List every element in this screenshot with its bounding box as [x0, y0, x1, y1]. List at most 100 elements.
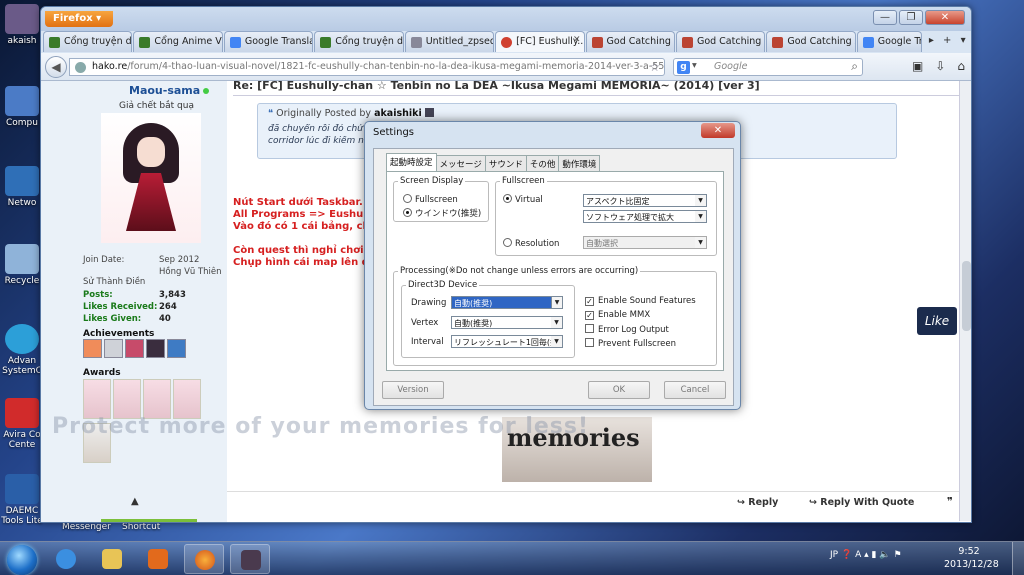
view-post-icon[interactable]: [424, 108, 434, 117]
google-search-engine-icon[interactable]: g: [677, 61, 690, 74]
tab-scroll-right-icon[interactable]: ▸: [923, 31, 939, 51]
page-scrollbar[interactable]: [959, 81, 971, 521]
tab-sound[interactable]: サウンド: [484, 155, 527, 171]
post-image[interactable]: memories: [502, 417, 652, 482]
flag-tray-icon[interactable]: ⚑: [893, 550, 901, 560]
tab-startup-settings[interactable]: 起動時設定: [386, 153, 437, 171]
achievement-badge-icon[interactable]: [83, 339, 102, 358]
taskbar-explorer[interactable]: [92, 544, 132, 574]
taskbar-ie[interactable]: [46, 544, 86, 574]
aspect-ratio-select[interactable]: アスペクト比固定 ▼: [583, 194, 707, 207]
achievement-badge-icon[interactable]: [146, 339, 165, 358]
drawing-select[interactable]: 自動(推奨) ▼: [451, 296, 563, 309]
window-radio[interactable]: ウインドウ(推奨): [403, 207, 481, 219]
network-tray-icon[interactable]: ▮: [872, 550, 877, 560]
achievement-badge-icon[interactable]: [104, 339, 123, 358]
achievement-badge-icon[interactable]: [125, 339, 144, 358]
close-tab-icon[interactable]: ✕: [573, 35, 581, 45]
vertex-select[interactable]: 自動(推奨) ▼: [451, 316, 563, 329]
reply-button[interactable]: ↪ Reply: [737, 497, 778, 508]
desktop-icon-advanced-systemcare[interactable]: Advan SystemC: [0, 324, 44, 376]
tab-1[interactable]: Cổng truyện dị...: [43, 31, 133, 52]
desktop-icon-avira[interactable]: Avira Co Cente: [0, 398, 44, 450]
dialog-close-button[interactable]: ✕: [701, 123, 735, 138]
reply-with-quote-button[interactable]: ↪ Reply With Quote: [809, 497, 914, 508]
new-tab-icon[interactable]: +: [939, 31, 955, 51]
ime-icon[interactable]: A: [855, 550, 861, 560]
clock[interactable]: 9:52 2013/12/28: [944, 545, 999, 571]
tab-9[interactable]: God Catching A...: [766, 31, 856, 52]
tab-4[interactable]: Cổng truyện dị...: [314, 31, 404, 52]
resolution-select[interactable]: 自動選択 ▼: [583, 236, 707, 249]
scaling-select[interactable]: ソフトウェア処理で拡大 ▼: [583, 210, 707, 223]
firefox-menu-button[interactable]: Firefox ▾: [45, 11, 113, 27]
tab-environment[interactable]: 動作環境: [558, 155, 601, 171]
shortcut-label[interactable]: Shortcut: [122, 522, 160, 532]
avatar[interactable]: [101, 113, 201, 243]
url-bar[interactable]: hako.re/forum/4-thao-luan-visual-novel/1…: [69, 58, 665, 76]
search-engine-dropdown-icon[interactable]: ▾: [692, 60, 697, 71]
tab-6-active[interactable]: [FC] Eushully... ✕: [495, 31, 585, 52]
search-icon[interactable]: ⌕: [851, 59, 858, 74]
tab-8[interactable]: God Catching A...: [675, 31, 766, 52]
award-card-icon[interactable]: [83, 423, 111, 463]
desktop-icon-user[interactable]: akaish: [0, 4, 44, 46]
username-link[interactable]: Maou-sama: [129, 84, 210, 97]
show-desktop-button[interactable]: [1012, 542, 1024, 575]
cancel-button[interactable]: Cancel: [664, 381, 726, 399]
version-button[interactable]: Version: [382, 381, 444, 399]
google-favicon-icon: [862, 37, 874, 48]
language-indicator[interactable]: JP: [830, 550, 838, 560]
downloads-icon[interactable]: ⇩: [935, 59, 945, 73]
taskbar-firefox[interactable]: [184, 544, 224, 574]
prevent-fullscreen-checkbox[interactable]: Prevent Fullscreen: [585, 338, 676, 349]
search-input[interactable]: g ▾ Google ⌕: [673, 58, 863, 76]
tab-5[interactable]: Untitled_zpsed1...: [404, 31, 495, 52]
desktop-icon-daemon-tools[interactable]: DAEMC Tools Lite: [0, 474, 44, 526]
error-log-checkbox[interactable]: Error Log Output: [585, 324, 669, 335]
maximize-button[interactable]: ❐: [899, 10, 923, 25]
fullscreen-radio[interactable]: Fullscreen: [403, 194, 458, 205]
list-tabs-icon[interactable]: ▾: [955, 31, 971, 51]
close-button[interactable]: ✕: [925, 10, 965, 25]
show-hidden-icons-icon[interactable]: ▴: [864, 550, 869, 560]
achievement-badge-icon[interactable]: [167, 339, 186, 358]
award-card-icon[interactable]: [173, 379, 201, 419]
tab-message[interactable]: メッセージ: [435, 155, 486, 171]
tab-10[interactable]: Google Translate: [856, 31, 923, 52]
taskbar-media-player[interactable]: [138, 544, 178, 574]
report-warning-icon[interactable]: ▲: [131, 496, 139, 507]
tab-7[interactable]: God Catching A...: [585, 31, 675, 52]
desktop-icon-network[interactable]: Netwo: [0, 166, 44, 208]
tab-2[interactable]: Cổng Anime Vi...: [133, 31, 223, 52]
ok-button[interactable]: OK: [588, 381, 650, 399]
messenger-label[interactable]: Messenger: [62, 522, 111, 532]
taskbar-game[interactable]: [230, 544, 270, 574]
desktop-icon-recycle-bin[interactable]: Recycle: [0, 244, 44, 286]
vertex-value: 自動(推奨): [454, 319, 493, 328]
like-button[interactable]: Like: [917, 307, 957, 335]
volume-icon[interactable]: 🔈: [879, 550, 890, 560]
award-card-icon[interactable]: [83, 379, 111, 419]
bookmarks-menu-icon[interactable]: ▣: [912, 59, 923, 73]
award-card-icon[interactable]: [113, 379, 141, 419]
tab-3[interactable]: Google Translate: [223, 31, 314, 52]
resolution-radio[interactable]: Resolution: [503, 238, 559, 249]
help-icon[interactable]: ❓: [841, 550, 852, 560]
multi-quote-icon[interactable]: ❞: [947, 495, 953, 508]
title-bar[interactable]: Firefox ▾ — ❐ ✕: [41, 7, 971, 31]
home-icon[interactable]: ⌂: [957, 59, 965, 73]
award-card-icon[interactable]: [143, 379, 171, 419]
interval-select[interactable]: リフレッシュレート1回毎(推奨) ▼: [451, 335, 563, 348]
tab-other[interactable]: その他: [525, 155, 560, 171]
back-button[interactable]: ◀: [45, 56, 67, 78]
enable-mmx-checkbox[interactable]: ✓ Enable MMX: [585, 310, 650, 320]
bookmark-star-icon[interactable]: ☆: [649, 60, 660, 74]
start-button[interactable]: [2, 543, 42, 575]
scrollbar-thumb[interactable]: [962, 261, 971, 331]
virtual-radio[interactable]: Virtual: [503, 194, 543, 205]
enable-sound-checkbox[interactable]: ✓ Enable Sound Features: [585, 296, 696, 306]
minimize-button[interactable]: —: [873, 10, 897, 25]
site-identity-icon[interactable]: [75, 62, 86, 73]
desktop-icon-computer[interactable]: Compu: [0, 86, 44, 128]
